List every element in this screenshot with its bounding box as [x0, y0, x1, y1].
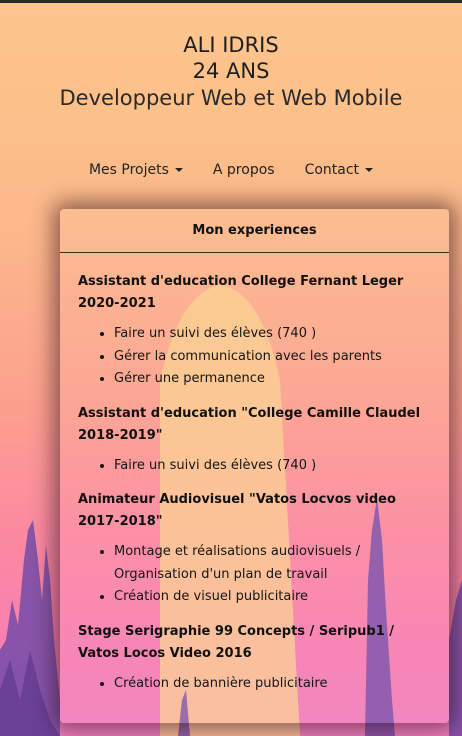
task-item: Faire un suivi des élèves (740 ) [114, 323, 431, 346]
nav-contact[interactable]: Contact [304, 162, 374, 178]
nav-mes-projets[interactable]: Mes Projets [89, 162, 183, 178]
chevron-down-icon [365, 168, 374, 172]
experience-item: Assistant d'education "College Camille C… [78, 403, 431, 478]
nav-mes-projets-label: Mes Projets [88, 162, 169, 178]
chevron-down-icon [174, 168, 183, 172]
task-item: Création de visuel publicitaire [114, 586, 431, 609]
task-item: Gérer la communication avec les parents [114, 346, 431, 369]
main-nav: Mes Projets A propos Contact [0, 162, 462, 178]
profile-role: Developpeur Web et Web Mobile [59, 86, 403, 110]
right-mountains [449, 580, 462, 736]
profile-age: 24 ANS [192, 59, 270, 83]
experience-list: Assistant d'education College Fernant Le… [60, 253, 449, 695]
profile-header: ALI IDRIS 24 ANS Developpeur Web et Web … [0, 32, 462, 110]
task-item: Montage et réalisations audiovisuels / O… [114, 541, 431, 586]
task-item: Création de bannière publicitaire [114, 673, 431, 696]
experience-item: Animateur Audiovisuel "Vatos Locvos vide… [78, 489, 431, 609]
experience-title: Animateur Audiovisuel "Vatos Locvos vide… [78, 492, 396, 529]
nav-contact-label: Contact [304, 162, 360, 178]
profile-name: ALI IDRIS [183, 33, 279, 57]
experience-card: Mon experiences Assistant d'education Co… [60, 209, 449, 723]
experience-tasks: Création de bannière publicitaire [78, 673, 431, 696]
task-item: Gérer une permanence [114, 368, 431, 391]
experience-title: Assistant d'education "College Camille C… [78, 405, 421, 443]
experience-card-title: Mon experiences [60, 209, 449, 253]
task-item: Faire un suivi des élèves (740 ) [114, 455, 431, 478]
experience-item: Assistant d'education College Fernant Le… [78, 271, 431, 391]
experience-title: Assistant d'education College Fernant Le… [78, 274, 404, 311]
experience-tasks: Faire un suivi des élèves (740 ) Gérer l… [78, 323, 431, 391]
experience-title: Stage Serigraphie 99 Concepts / Seripub1… [78, 623, 395, 661]
experience-item: Stage Serigraphie 99 Concepts / Seripub1… [78, 621, 431, 696]
nav-a-propos[interactable]: A propos [213, 162, 275, 178]
nav-a-propos-label: A propos [212, 162, 275, 178]
experience-tasks: Faire un suivi des élèves (740 ) [78, 455, 431, 478]
experience-tasks: Montage et réalisations audiovisuels / O… [78, 541, 431, 609]
